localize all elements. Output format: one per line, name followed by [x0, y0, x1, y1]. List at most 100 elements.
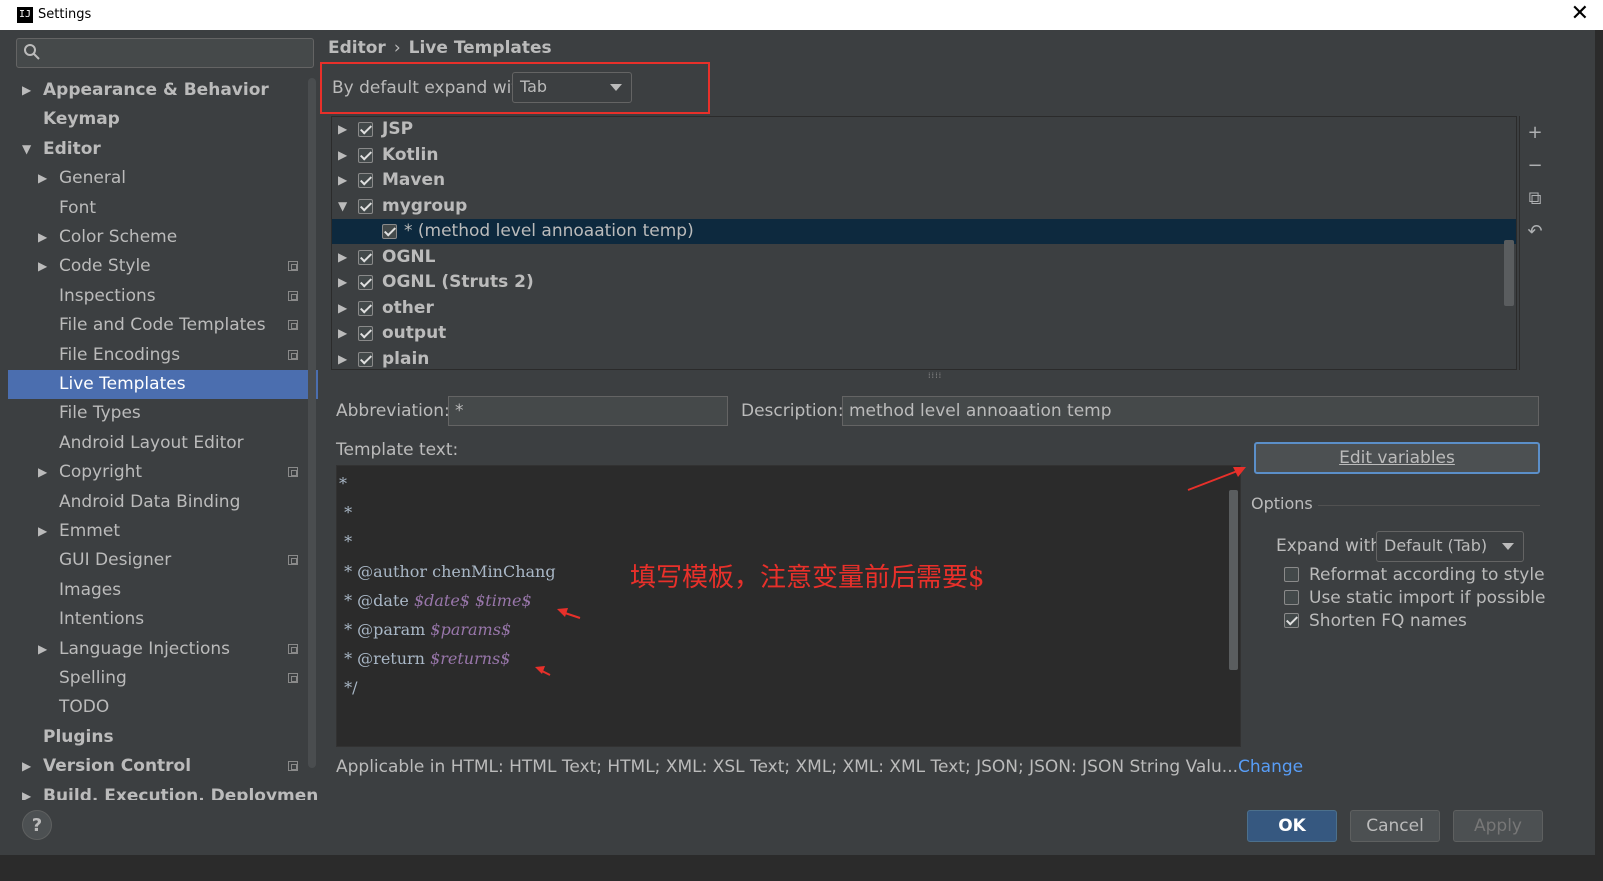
template-checkbox[interactable] — [358, 198, 373, 214]
template-checkbox[interactable] — [358, 326, 373, 341]
sidebar-item-appearance-behavior[interactable]: ▶ Appearance & Behavior — [8, 76, 318, 105]
template-checkbox[interactable] — [358, 249, 373, 265]
description-field[interactable]: method level annoaation temp — [842, 396, 1539, 426]
edit-variables-label: Edit variables — [1339, 448, 1455, 468]
revert-icon[interactable]: ↶ — [1524, 220, 1546, 244]
chevron-right-icon[interactable]: ▶ — [338, 245, 347, 270]
apply-button[interactable]: Apply — [1453, 810, 1543, 842]
code-line: * @date $date$ $time$ — [339, 591, 532, 610]
template-checkbox[interactable] — [358, 275, 373, 290]
chevron-right-icon[interactable]: ▶ — [38, 164, 47, 193]
sidebar-item-file-encodings[interactable]: File Encodings — [8, 341, 318, 370]
remove-icon[interactable]: − — [1524, 154, 1546, 178]
sidebar-item-code-style[interactable]: ▶ Code Style — [8, 252, 318, 281]
template-group-row[interactable]: ▼ mygroup — [332, 194, 1516, 219]
expand-with-select[interactable]: Default (Tab) — [1376, 531, 1524, 562]
reformat-checkbox-box[interactable] — [1284, 567, 1299, 582]
chevron-right-icon[interactable]: ▶ — [38, 458, 47, 487]
chevron-right-icon[interactable]: ▶ — [338, 143, 347, 168]
template-group-row[interactable]: ▶ JSP — [332, 117, 1516, 142]
ok-button[interactable]: OK — [1247, 810, 1337, 842]
add-icon[interactable]: + — [1524, 121, 1546, 145]
code-line: * — [339, 474, 347, 493]
sidebar-item-file-and-code-templates[interactable]: File and Code Templates — [8, 311, 318, 340]
sidebar-item-keymap[interactable]: Keymap — [8, 105, 318, 134]
template-group-row[interactable]: ▶ output — [332, 321, 1516, 346]
template-checkbox[interactable] — [358, 351, 373, 367]
template-text-editor[interactable]: * * * * @author chenMinChang * @date $da… — [336, 465, 1241, 747]
sidebar-item-general[interactable]: ▶ General — [8, 164, 318, 193]
sidebar-item-color-scheme[interactable]: ▶ Color Scheme — [8, 223, 318, 252]
default-expand-select[interactable]: Tab — [512, 72, 632, 103]
template-group-row[interactable]: ▶ Maven — [332, 168, 1516, 193]
template-checkbox[interactable] — [358, 147, 373, 163]
sidebar-item-editor[interactable]: ▼ Editor — [8, 135, 318, 164]
sidebar-item-language-injections[interactable]: ▶ Language Injections — [8, 635, 318, 664]
sidebar-item-android-data-binding[interactable]: Android Data Binding — [8, 488, 318, 517]
change-link[interactable]: Change — [1238, 757, 1303, 777]
project-settings-icon — [288, 261, 298, 272]
edit-variables-button[interactable]: Edit variables — [1254, 442, 1540, 474]
chevron-right-icon[interactable]: ▶ — [22, 752, 31, 781]
template-group-row[interactable]: ▶ Kotlin — [332, 143, 1516, 168]
chevron-right-icon[interactable]: ▶ — [22, 782, 31, 800]
chevron-right-icon[interactable]: ▶ — [338, 117, 347, 142]
template-checkbox[interactable] — [358, 300, 373, 316]
chevron-down-icon[interactable]: ▼ — [338, 194, 347, 219]
chevron-right-icon[interactable]: ▶ — [338, 321, 347, 346]
code-line: * — [339, 503, 352, 522]
static-import-checkbox-box[interactable] — [1284, 590, 1299, 605]
sidebar-item-build-execution-deployment[interactable]: ▶ Build, Execution, Deployment — [8, 782, 318, 800]
sidebar-item-copyright[interactable]: ▶ Copyright — [8, 458, 318, 487]
template-group-row[interactable]: ▶ OGNL — [332, 245, 1516, 270]
template-checkbox[interactable] — [358, 173, 373, 188]
sidebar-item-gui-designer[interactable]: GUI Designer — [8, 546, 318, 575]
template-group-row[interactable]: ▶ other — [332, 296, 1516, 321]
template-variable: $time$ — [475, 590, 532, 610]
template-checkbox[interactable] — [358, 122, 373, 137]
chevron-right-icon[interactable]: ▶ — [338, 270, 347, 295]
default-expand-label: By default expand with — [332, 78, 529, 98]
chevron-right-icon[interactable]: ▶ — [38, 223, 47, 252]
chevron-right-icon[interactable]: ▶ — [38, 635, 47, 664]
sidebar-item-file-types[interactable]: File Types — [8, 399, 318, 428]
sidebar-item-android-layout-editor[interactable]: Android Layout Editor — [8, 429, 318, 458]
chevron-right-icon[interactable]: ▶ — [38, 252, 47, 281]
code-line: * @return $returns$ — [339, 649, 510, 668]
sidebar-item-live-templates[interactable]: Live Templates — [8, 370, 318, 399]
abbreviation-field[interactable]: * — [448, 396, 728, 426]
chevron-right-icon[interactable]: ▶ — [38, 517, 47, 546]
close-icon[interactable]: ✕ — [1571, 2, 1589, 26]
copy-icon[interactable]: ⧉ — [1524, 187, 1546, 211]
chevron-right-icon[interactable]: ▶ — [338, 168, 347, 193]
template-checkbox[interactable] — [382, 224, 397, 239]
splitter-handle[interactable]: ⁞⁞⁞⁞ — [928, 371, 942, 380]
sidebar-item-font[interactable]: Font — [8, 194, 318, 223]
sidebar-item-spelling[interactable]: Spelling — [8, 664, 318, 693]
template-item[interactable]: * (method level annoaation temp) — [332, 219, 1516, 244]
chevron-right-icon[interactable]: ▶ — [338, 347, 347, 370]
chevron-down-icon[interactable]: ▼ — [22, 135, 31, 164]
sidebar-item-inspections[interactable]: Inspections — [8, 282, 318, 311]
cancel-button[interactable]: Cancel — [1350, 810, 1440, 842]
project-settings-icon — [288, 349, 298, 360]
sidebar-item-version-control[interactable]: ▶ Version Control — [8, 752, 318, 781]
sidebar-item-images[interactable]: Images — [8, 576, 318, 605]
help-button[interactable]: ? — [22, 810, 52, 840]
sidebar-item-label: Appearance & Behavior — [43, 80, 269, 100]
chevron-right-icon[interactable]: ▶ — [22, 76, 31, 105]
template-list-scrollbar[interactable] — [1504, 240, 1514, 306]
template-group-row[interactable]: ▶ plain — [332, 347, 1516, 370]
sidebar-item-emmet[interactable]: ▶ Emmet — [8, 517, 318, 546]
shorten-fq-checkbox-box[interactable] — [1284, 613, 1299, 628]
sidebar-item-todo[interactable]: TODO — [8, 693, 318, 722]
sidebar-item-intentions[interactable]: Intentions — [8, 605, 318, 634]
breadcrumb: Editor › Live Templates — [328, 38, 552, 58]
template-variable: $returns$ — [430, 649, 511, 669]
template-group-row[interactable]: ▶ OGNL (Struts 2) — [332, 270, 1516, 295]
editor-scrollbar[interactable] — [1229, 490, 1238, 670]
sidebar-item-plugins[interactable]: Plugins — [8, 723, 318, 752]
chevron-right-icon[interactable]: ▶ — [338, 296, 347, 321]
sidebar-scrollbar[interactable] — [308, 78, 316, 768]
search-input[interactable] — [16, 38, 314, 68]
